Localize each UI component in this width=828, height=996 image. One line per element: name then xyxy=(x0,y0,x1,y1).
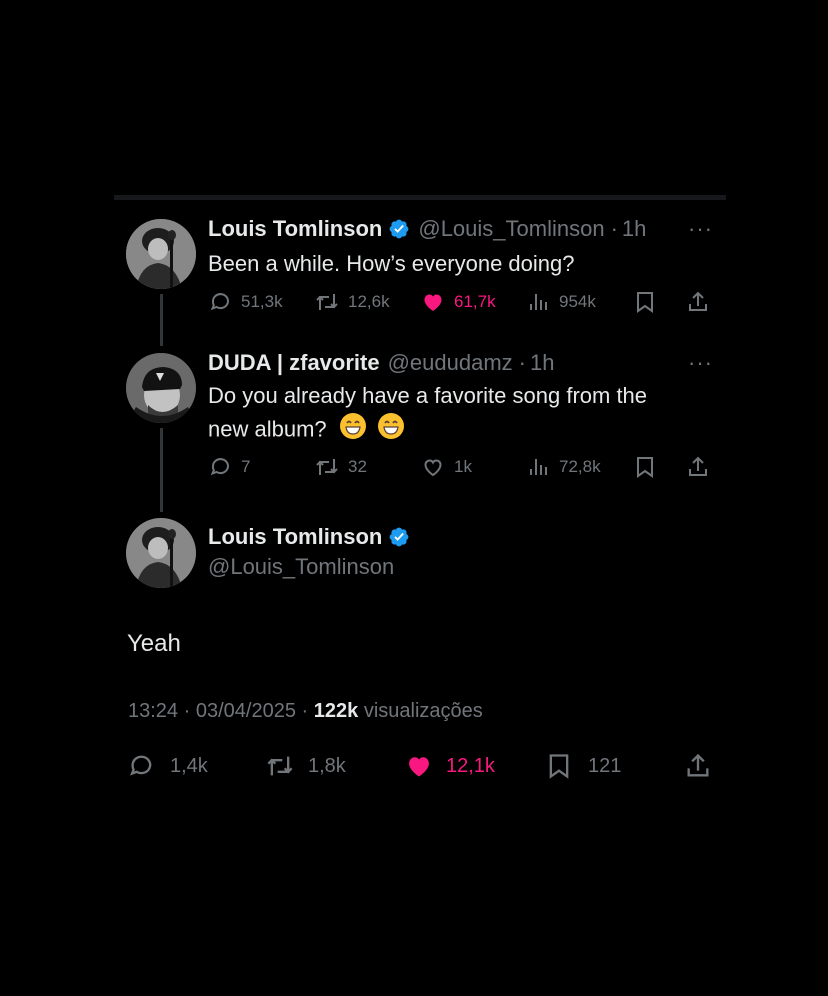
separator-dot: · xyxy=(518,350,526,375)
retweet-icon xyxy=(316,294,338,310)
retweet-count: 1,8k xyxy=(308,754,346,777)
separator-dot: · xyxy=(183,700,191,722)
views-button[interactable]: 954k xyxy=(527,290,596,314)
more-icon[interactable]: ··· xyxy=(688,216,713,242)
views-count: 72,8k xyxy=(559,457,601,476)
bookmark-button[interactable] xyxy=(634,290,656,314)
share-icon xyxy=(689,291,707,311)
tweet-time[interactable]: 1h xyxy=(622,216,646,242)
tweet-header: Louis Tomlinson @Louis_Tomlinson · 1h xyxy=(208,216,646,242)
tweet-header: DUDA | zfavorite @eududamz · 1h xyxy=(208,350,554,376)
avatar[interactable] xyxy=(126,518,196,588)
separator-dot: · xyxy=(610,216,618,241)
retweet-button[interactable]: 32 xyxy=(314,455,367,479)
like-count: 12,1k xyxy=(446,754,495,777)
reply-button[interactable]: 1,4k xyxy=(128,752,208,780)
retweet-button[interactable]: 12,6k xyxy=(314,290,390,314)
retweet-icon xyxy=(316,459,338,475)
reply-icon xyxy=(210,293,229,311)
avatar[interactable] xyxy=(126,353,196,423)
retweet-button[interactable]: 1,8k xyxy=(264,752,346,780)
views-count: 954k xyxy=(559,292,596,311)
author-handle[interactable]: @eududamz xyxy=(388,350,513,376)
tweet-time[interactable]: 13:24 xyxy=(128,700,178,722)
bookmark-button[interactable]: 121 xyxy=(546,752,621,780)
author-handle[interactable]: @Louis_Tomlinson xyxy=(418,216,604,242)
reply-count: 51,3k xyxy=(241,292,283,311)
author-name[interactable]: DUDA | zfavorite xyxy=(208,350,380,376)
retweet-count: 12,6k xyxy=(348,292,390,311)
tweet-text: Been a while. How’s everyone doing? xyxy=(208,251,575,276)
author-name[interactable]: Louis Tomlinson xyxy=(208,216,382,242)
bookmark-button[interactable] xyxy=(634,455,656,479)
reply-icon xyxy=(130,755,152,776)
author-name[interactable]: Louis Tomlinson xyxy=(208,524,382,550)
bookmark-icon xyxy=(637,457,653,478)
retweet-count: 32 xyxy=(348,457,367,476)
separator-dot: · xyxy=(301,700,309,722)
tweet-date[interactable]: 03/04/2025 xyxy=(196,700,296,722)
bookmark-icon xyxy=(637,292,653,313)
heart-icon xyxy=(424,459,442,477)
heart-icon xyxy=(424,294,442,311)
reply-button[interactable]: 51,3k xyxy=(209,290,283,314)
timeline-divider xyxy=(114,195,726,200)
like-button[interactable]: 1k xyxy=(420,455,472,479)
tweet-text-line: Do you already have a favorite song from… xyxy=(208,383,648,408)
reply-icon xyxy=(210,458,229,476)
like-button[interactable]: 12,1k xyxy=(404,752,495,780)
views-icon xyxy=(530,294,547,310)
like-count: 1k xyxy=(454,457,472,476)
views-button[interactable]: 72,8k xyxy=(527,455,601,479)
reply-button[interactable]: 7 xyxy=(209,455,250,479)
share-icon xyxy=(687,753,709,777)
verified-badge-icon xyxy=(389,527,409,547)
retweet-icon xyxy=(267,756,293,776)
thread-connector xyxy=(160,428,163,512)
more-icon[interactable]: ··· xyxy=(688,350,713,376)
thread-connector xyxy=(160,294,163,346)
grinning-emoji xyxy=(377,412,405,449)
like-count: 61,7k xyxy=(454,292,496,311)
heart-icon xyxy=(409,757,429,777)
tweet-text-line: new album? xyxy=(208,412,647,449)
like-button[interactable]: 61,7k xyxy=(420,290,496,314)
avatar[interactable] xyxy=(126,219,196,289)
share-button[interactable] xyxy=(686,455,710,479)
share-icon xyxy=(689,456,707,476)
author-handle[interactable]: @Louis_Tomlinson xyxy=(208,554,394,580)
verified-badge-icon xyxy=(389,219,409,239)
main-tweet-handle-row: @Louis_Tomlinson xyxy=(208,554,394,580)
views-total: 122k xyxy=(313,700,359,722)
main-tweet-name-row: Louis Tomlinson xyxy=(208,524,410,550)
views-icon xyxy=(530,459,547,475)
bookmark-icon xyxy=(549,754,569,779)
tweet-text: Do you already have a favorite song from… xyxy=(208,380,647,449)
tweet-text-line2: new album? xyxy=(208,416,327,442)
bookmark-count: 121 xyxy=(588,754,622,777)
tweet-time[interactable]: 1h xyxy=(530,350,554,376)
tweet-meta: 13:24 · 03/04/2025 · 122k visualizações xyxy=(128,700,483,723)
share-button[interactable] xyxy=(684,752,712,780)
views-label: visualizações xyxy=(363,700,483,722)
share-button[interactable] xyxy=(686,290,710,314)
main-tweet-text: Yeah xyxy=(127,630,181,657)
reply-count: 1,4k xyxy=(170,754,208,777)
reply-count: 7 xyxy=(241,457,251,476)
grinning-emoji xyxy=(339,412,367,449)
